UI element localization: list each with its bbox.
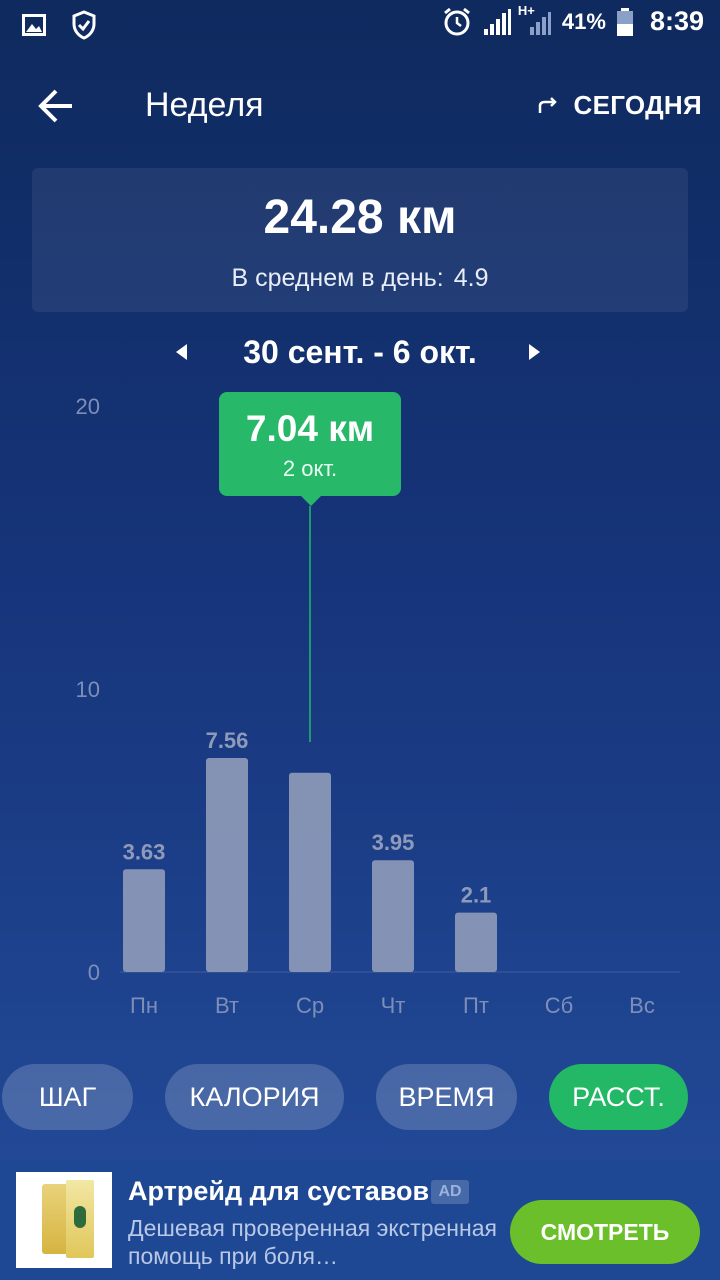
battery-icon [616,7,633,36]
redo-arrow-icon [538,96,557,113]
alarm-icon [443,7,470,35]
ad-title[interactable]: Артрейд для суставов [128,1176,429,1207]
ad-description[interactable]: Дешевая проверенная экстренная помощь пр… [128,1214,498,1270]
back-arrow-icon[interactable] [36,86,76,126]
metric-chip-distance[interactable]: РАССТ. [549,1064,688,1130]
selected-day-tooltip: 7.04 км 2 окт. [219,392,401,506]
bar-Вт [206,758,248,972]
clock: 8:39 [649,6,704,36]
bar-value-label: 2.1 [461,883,492,908]
ad-product-box [66,1180,94,1258]
mobile-data-indicator: H+ [518,3,552,37]
toolbar: Неделя СЕГОДНЯ [0,70,720,142]
bar-Ср [289,772,331,972]
bar-value-label: 3.95 [372,830,415,855]
metric-chip-calories[interactable]: КАЛОРИЯ [165,1064,344,1130]
tooltip-value: 7.04 км [245,408,375,449]
ad-product-image[interactable] [16,1172,112,1268]
bar-Пн [123,869,165,972]
x-tick-label: Чт [381,993,406,1018]
x-tick-label: Ср [296,993,324,1018]
gallery-icon [22,14,46,36]
battery-percent: 41% [561,8,606,34]
signal-secondary-icon [529,11,551,35]
bar-value-label: 7.56 [206,728,249,753]
ad-badge: AD [431,1180,469,1204]
metric-chip-time[interactable]: ВРЕМЯ [376,1064,517,1130]
metric-selector: ШАГ КАЛОРИЯ ВРЕМЯ РАССТ. [0,1064,720,1130]
signal-icon [483,8,511,35]
tooltip-date: 2 окт. [282,456,338,481]
today-button[interactable]: СЕГОДНЯ [536,90,702,121]
x-tick-label: Вт [215,993,239,1018]
metric-chip-steps[interactable]: ШАГ [2,1064,133,1130]
bar-value-label: 3.63 [123,839,166,864]
x-tick-label: Сб [545,993,574,1018]
y-tick-label: 10 [76,677,100,702]
date-range-selector: 30 сент. - 6 окт. [0,332,720,376]
page-title: Неделя [145,86,264,124]
ad-banner[interactable]: Артрейд для суставов AD Дешевая проверен… [0,1160,720,1280]
today-label: СЕГОДНЯ [573,90,702,120]
average-label: В среднем в день: [231,264,444,292]
total-distance: 24.28 км [263,191,457,244]
shield-check-icon [72,10,96,40]
ad-watch-button[interactable]: СМОТРЕТЬ [510,1200,700,1264]
bar-Пт [455,912,497,972]
next-week-arrow-icon[interactable] [529,344,540,360]
date-range-label: 30 сент. - 6 окт. [243,334,477,370]
average-value: 4.9 [453,264,489,292]
y-tick-label: 0 [88,960,100,985]
daily-average: В среднем в день: 4.9 [32,264,688,293]
summary-card: 24.28 км В среднем в день: 4.9 [32,168,688,312]
y-tick-label: 20 [76,394,100,419]
x-tick-label: Вс [629,993,655,1018]
x-tick-label: Пн [130,993,158,1018]
bar-Чт [372,860,414,972]
status-bar: H+ 41% 8:39 [0,0,720,50]
x-tick-label: Пт [463,993,489,1018]
